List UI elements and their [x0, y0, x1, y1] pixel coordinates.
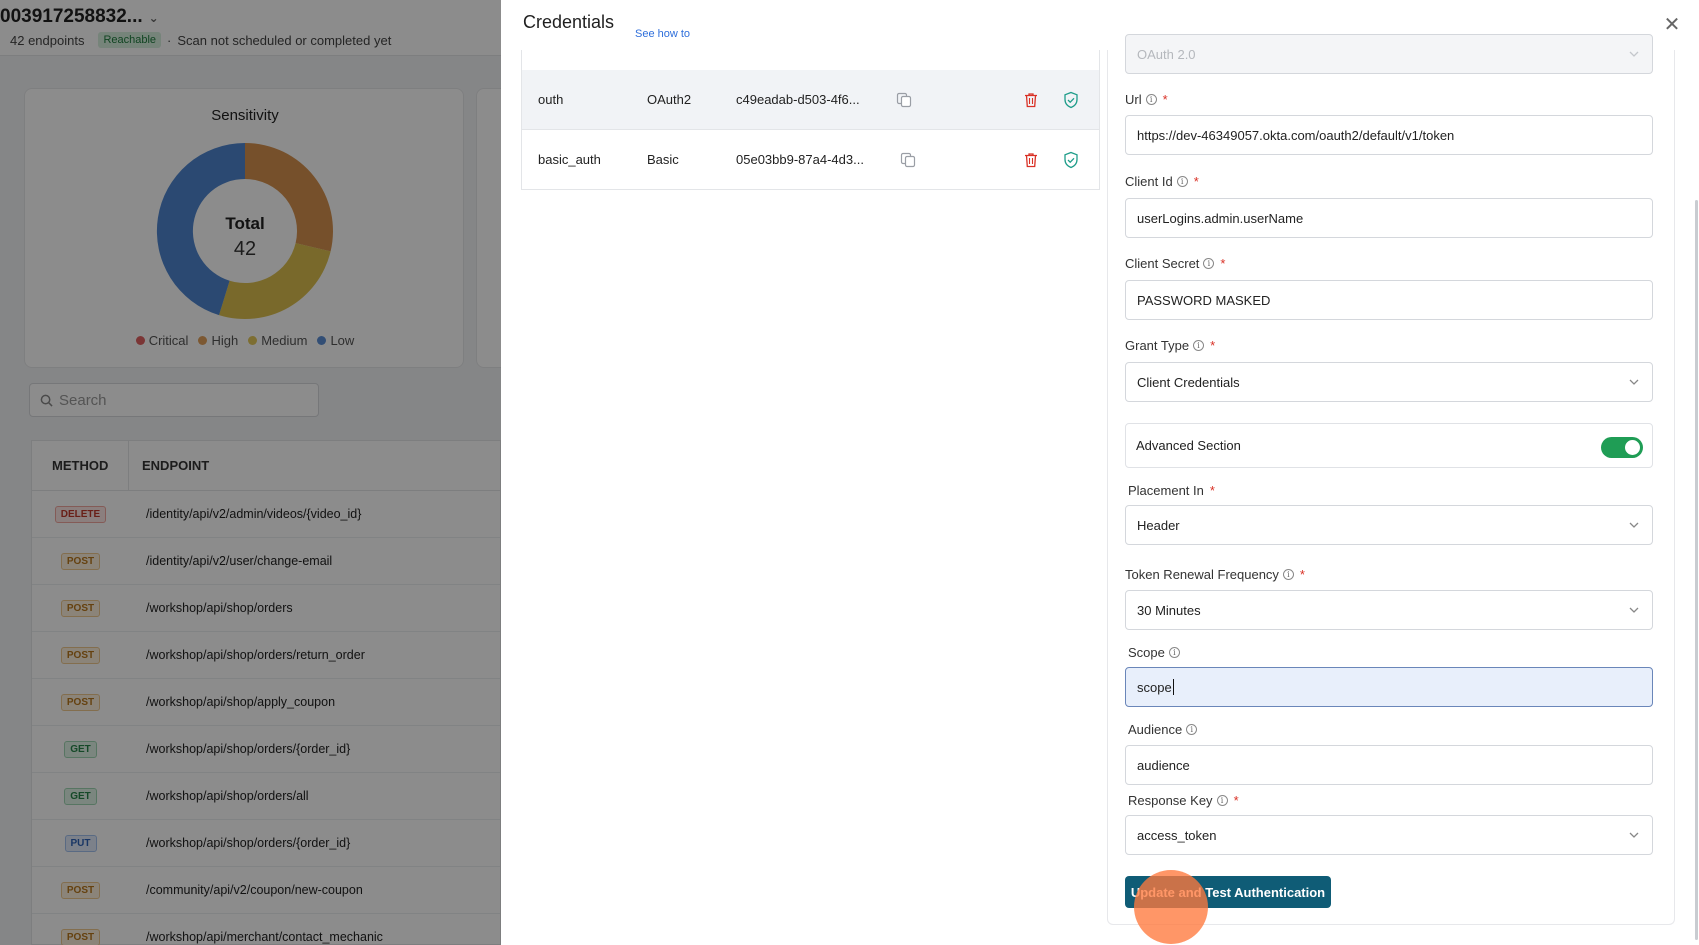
- info-icon[interactable]: i: [1282, 569, 1294, 580]
- audience-input[interactable]: audience: [1125, 745, 1653, 785]
- credential-type: OAuth2: [647, 92, 692, 107]
- credential-id: c49eadab-d503-4f6...: [736, 92, 860, 107]
- auth-type-select: OAuth 2.0: [1125, 34, 1653, 74]
- scope-input[interactable]: scope: [1125, 667, 1653, 707]
- info-icon[interactable]: i: [1203, 258, 1215, 269]
- credential-name: basic_auth: [538, 152, 601, 167]
- chevron-down-icon: [1629, 522, 1639, 528]
- placement-label: Placement In *: [1128, 483, 1215, 498]
- shield-check-icon[interactable]: [1063, 91, 1079, 109]
- info-icon[interactable]: i: [1216, 795, 1228, 806]
- renewal-select[interactable]: 30 Minutes: [1125, 590, 1653, 630]
- close-icon[interactable]: ✕: [1661, 14, 1683, 36]
- audience-label: Audience i: [1128, 722, 1198, 737]
- advanced-section: Advanced Section: [1125, 423, 1653, 468]
- client-secret-label: Client Secret i *: [1125, 256, 1226, 271]
- grant-type-label: Grant Type i *: [1125, 338, 1216, 353]
- chevron-down-icon: [1629, 51, 1639, 57]
- credential-name: outh: [538, 92, 564, 107]
- drawer-title: Credentials: [523, 12, 615, 32]
- copy-icon[interactable]: [896, 92, 912, 108]
- shield-check-icon[interactable]: [1063, 151, 1079, 169]
- update-and-test-button[interactable]: Update and Test Authentication: [1125, 876, 1331, 908]
- scrollbar[interactable]: [1695, 200, 1698, 940]
- info-icon[interactable]: i: [1145, 94, 1157, 105]
- trash-icon[interactable]: [1024, 92, 1038, 108]
- info-icon[interactable]: i: [1176, 176, 1188, 187]
- credential-row[interactable]: outh OAuth2 c49eadab-d503-4f6...: [522, 70, 1099, 130]
- credential-type: Basic: [647, 152, 679, 167]
- client-id-label: Client Id i *: [1125, 174, 1199, 189]
- advanced-section-toggle[interactable]: [1601, 437, 1643, 458]
- response-key-label: Response Key i *: [1128, 793, 1239, 808]
- placement-select[interactable]: Header: [1125, 505, 1653, 545]
- chevron-down-icon: [1629, 832, 1639, 838]
- url-label: Url i *: [1125, 92, 1168, 107]
- url-input[interactable]: https://dev-46349057.okta.com/oauth2/def…: [1125, 115, 1653, 155]
- client-id-input[interactable]: userLogins.admin.userName: [1125, 198, 1653, 238]
- scope-label: Scope i: [1128, 645, 1180, 660]
- renewal-label: Token Renewal Frequency i *: [1125, 567, 1305, 582]
- trash-icon[interactable]: [1024, 152, 1038, 168]
- client-secret-input[interactable]: PASSWORD MASKED: [1125, 280, 1653, 320]
- chevron-down-icon: [1629, 379, 1639, 385]
- credential-row[interactable]: basic_auth Basic 05e03bb9-87a4-4d3...: [522, 130, 1099, 190]
- copy-icon[interactable]: [900, 152, 916, 168]
- credentials-drawer: Credentials See how to ✕ outh OAuth2 c49…: [501, 0, 1699, 945]
- advanced-section-label: Advanced Section: [1136, 438, 1241, 453]
- grant-type-select[interactable]: Client Credentials: [1125, 362, 1653, 402]
- info-icon[interactable]: i: [1186, 724, 1198, 735]
- credentials-table: outh OAuth2 c49eadab-d503-4f6... basic_a…: [521, 50, 1100, 190]
- see-how-to-link[interactable]: See how to: [635, 28, 690, 40]
- info-icon[interactable]: i: [1193, 340, 1205, 351]
- credential-id: 05e03bb9-87a4-4d3...: [736, 152, 864, 167]
- response-key-select[interactable]: access_token: [1125, 815, 1653, 855]
- info-icon[interactable]: i: [1168, 647, 1180, 658]
- modal-backdrop[interactable]: [0, 0, 501, 945]
- chevron-down-icon: [1629, 607, 1639, 613]
